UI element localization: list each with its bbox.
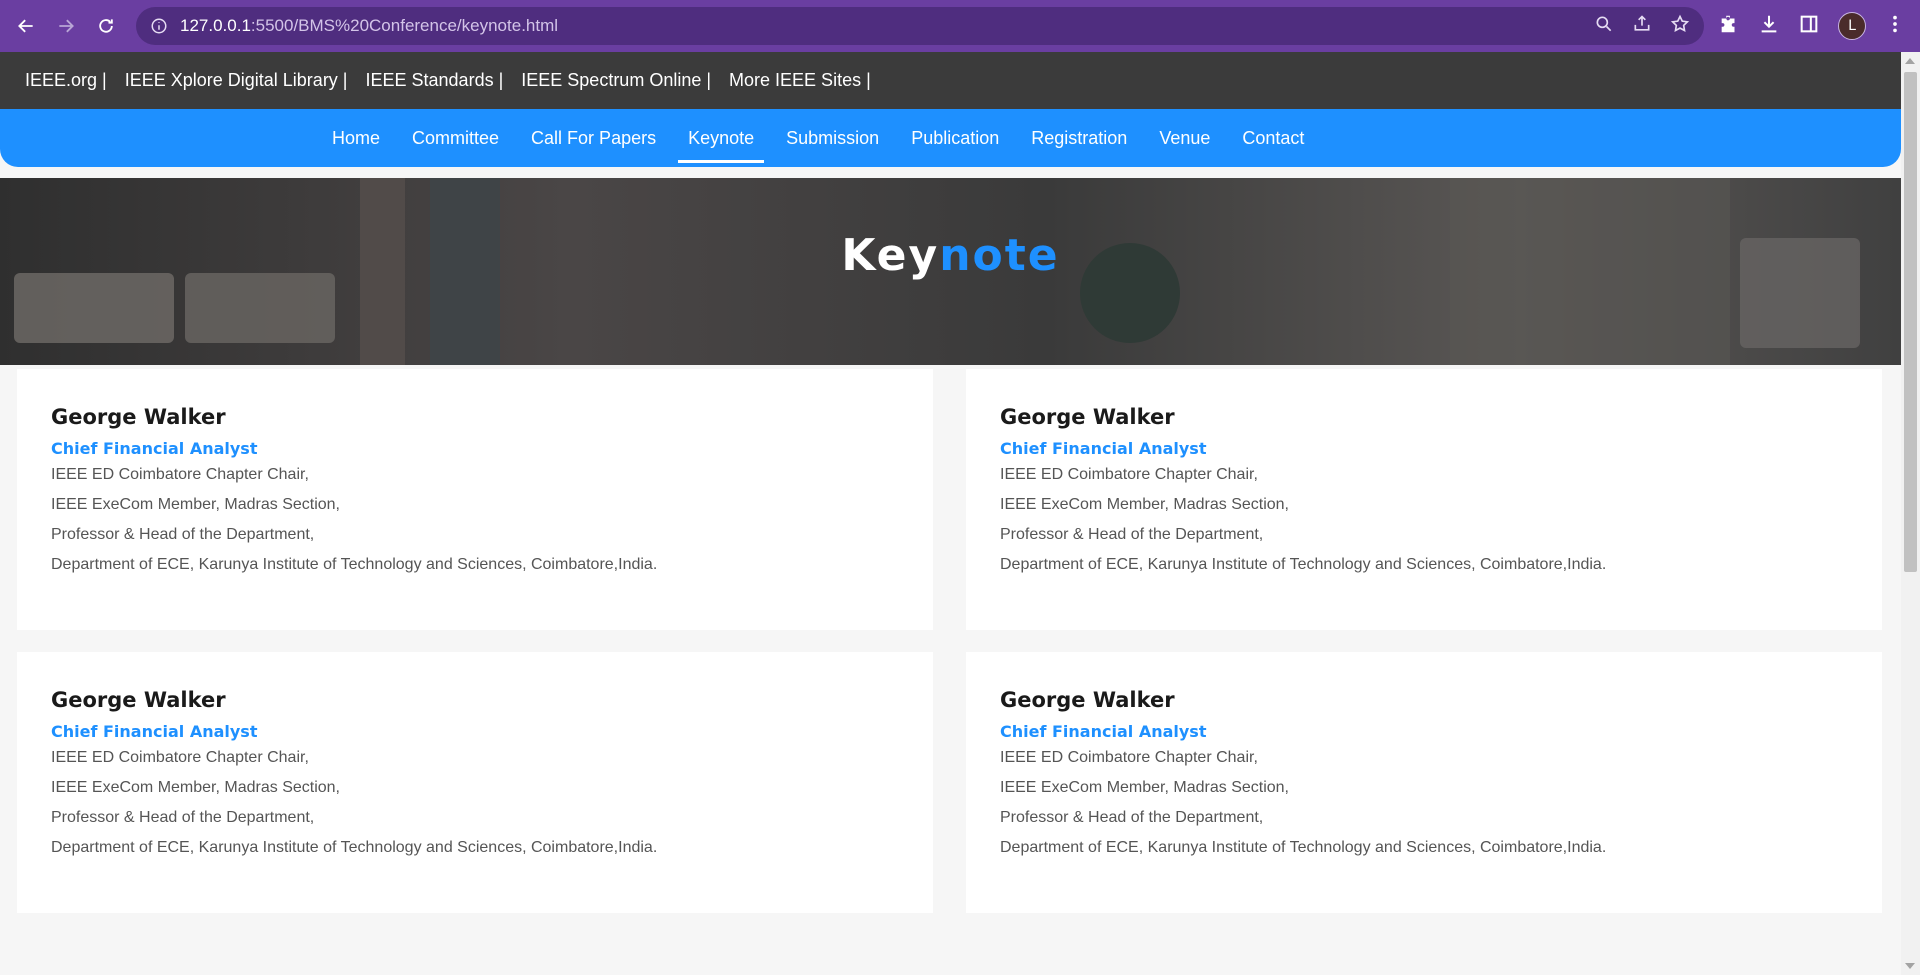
- link-more-ieee-sites[interactable]: More IEEE Sites |: [729, 70, 871, 91]
- speaker-role: Chief Financial Analyst: [1000, 439, 1207, 458]
- forward-icon[interactable]: [52, 12, 80, 40]
- speaker-detail: IEEE ED Coimbatore Chapter Chair,: [51, 749, 309, 766]
- nav-home[interactable]: Home: [328, 109, 384, 167]
- page-banner: Keynote: [0, 178, 1901, 365]
- speaker-role: Chief Financial Analyst: [1000, 722, 1207, 741]
- main-navigation: Home Committee Call For Papers Keynote S…: [0, 109, 1901, 167]
- url-text[interactable]: 127.0.0.1:5500/BMS%20Conference/keynote.…: [180, 16, 558, 36]
- speaker-name: George Walker: [1000, 688, 1175, 712]
- scroll-up-arrow-icon[interactable]: [1905, 58, 1915, 64]
- speaker-name: George Walker: [51, 688, 226, 712]
- reload-icon[interactable]: [92, 12, 120, 40]
- speaker-detail: IEEE ED Coimbatore Chapter Chair,: [51, 466, 309, 483]
- link-ieee-standards[interactable]: IEEE Standards |: [366, 70, 504, 91]
- profile-avatar[interactable]: L: [1838, 12, 1866, 40]
- speaker-detail: IEEE ExeCom Member, Madras Section,: [51, 779, 340, 796]
- nav-call-for-papers[interactable]: Call For Papers: [527, 109, 660, 167]
- nav-publication[interactable]: Publication: [907, 109, 1003, 167]
- speaker-detail: Department of ECE, Karunya Institute of …: [1000, 839, 1607, 856]
- speaker-detail: Department of ECE, Karunya Institute of …: [51, 839, 658, 856]
- speaker-name: George Walker: [1000, 405, 1175, 429]
- speaker-detail: Professor & Head of the Department,: [51, 809, 315, 826]
- share-icon[interactable]: [1632, 14, 1652, 38]
- speaker-detail: Department of ECE, Karunya Institute of …: [51, 556, 658, 573]
- link-ieee-spectrum[interactable]: IEEE Spectrum Online |: [521, 70, 711, 91]
- speaker-name: George Walker: [51, 405, 226, 429]
- page-scrollbar[interactable]: [1901, 52, 1920, 975]
- speaker-card: George Walker Chief Financial Analyst IE…: [966, 652, 1882, 913]
- address-bar[interactable]: 127.0.0.1:5500/BMS%20Conference/keynote.…: [136, 7, 1704, 45]
- scrollbar-thumb[interactable]: [1904, 72, 1917, 572]
- speaker-detail: IEEE ExeCom Member, Madras Section,: [1000, 496, 1289, 513]
- speaker-card: George Walker Chief Financial Analyst IE…: [17, 369, 933, 630]
- url-path: :5500/BMS%20Conference/keynote.html: [250, 16, 559, 35]
- speaker-detail: IEEE ExeCom Member, Madras Section,: [51, 496, 340, 513]
- page-title-part-blue: note: [939, 230, 1060, 281]
- banner-background-shape: [14, 273, 174, 343]
- download-icon[interactable]: [1758, 13, 1780, 39]
- nav-contact[interactable]: Contact: [1238, 109, 1308, 167]
- menu-kebab-icon[interactable]: [1884, 13, 1906, 39]
- banner-background-shape: [185, 273, 335, 343]
- page-title-part-white: Key: [841, 230, 940, 281]
- nav-submission[interactable]: Submission: [782, 109, 883, 167]
- nav-keynote[interactable]: Keynote: [678, 109, 765, 167]
- speaker-detail: Professor & Head of the Department,: [1000, 809, 1264, 826]
- speaker-card: George Walker Chief Financial Analyst IE…: [966, 369, 1882, 630]
- extensions-icon[interactable]: [1718, 13, 1740, 39]
- site-info-icon[interactable]: [150, 17, 168, 35]
- browser-toolbar: 127.0.0.1:5500/BMS%20Conference/keynote.…: [0, 0, 1920, 52]
- link-ieee-org[interactable]: IEEE.org |: [25, 70, 107, 91]
- bookmark-star-icon[interactable]: [1670, 14, 1690, 38]
- ieee-links-bar: IEEE.org | IEEE Xplore Digital Library |…: [0, 52, 1901, 109]
- nav-venue[interactable]: Venue: [1155, 109, 1214, 167]
- nav-committee[interactable]: Committee: [408, 109, 503, 167]
- scroll-down-arrow-icon[interactable]: [1905, 963, 1915, 969]
- page-title: Keynote: [0, 230, 1901, 281]
- back-icon[interactable]: [12, 12, 40, 40]
- speaker-role: Chief Financial Analyst: [51, 722, 258, 741]
- page-viewport: IEEE.org | IEEE Xplore Digital Library |…: [0, 52, 1901, 975]
- nav-registration[interactable]: Registration: [1027, 109, 1131, 167]
- link-ieee-xplore[interactable]: IEEE Xplore Digital Library |: [125, 70, 348, 91]
- speaker-detail: Professor & Head of the Department,: [51, 526, 315, 543]
- zoom-icon[interactable]: [1594, 14, 1614, 38]
- speaker-detail: IEEE ExeCom Member, Madras Section,: [1000, 779, 1289, 796]
- keynote-speakers-grid: George Walker Chief Financial Analyst IE…: [17, 369, 1883, 913]
- speaker-card: George Walker Chief Financial Analyst IE…: [17, 652, 933, 913]
- speaker-detail: IEEE ED Coimbatore Chapter Chair,: [1000, 749, 1258, 766]
- speaker-role: Chief Financial Analyst: [51, 439, 258, 458]
- speaker-detail: Department of ECE, Karunya Institute of …: [1000, 556, 1607, 573]
- side-panel-icon[interactable]: [1798, 13, 1820, 39]
- url-host: 127.0.0.1: [180, 16, 251, 35]
- speaker-detail: IEEE ED Coimbatore Chapter Chair,: [1000, 466, 1258, 483]
- speaker-detail: Professor & Head of the Department,: [1000, 526, 1264, 543]
